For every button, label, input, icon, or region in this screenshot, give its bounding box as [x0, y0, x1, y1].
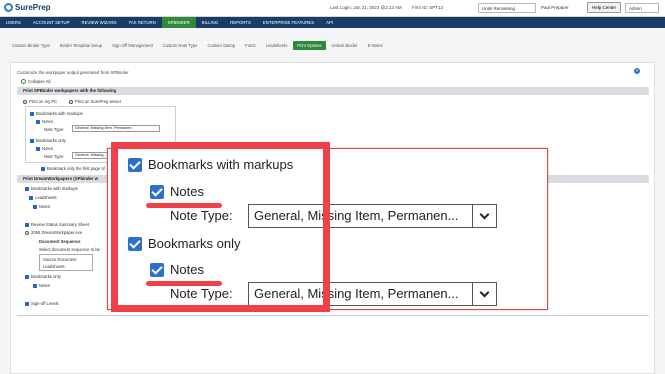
small-bookmarks-only-checkbox[interactable]: Bookmarks only: [30, 138, 66, 143]
small-notes-checkbox[interactable]: Notes: [36, 119, 53, 124]
small-label: Note Type:: [44, 154, 65, 159]
checkbox-icon: [36, 146, 40, 151]
small-label: Bookmarks with markups: [36, 111, 83, 116]
highlight-frame: [111, 142, 330, 312]
dropdown-button[interactable]: [472, 205, 496, 227]
checkbox-icon: [30, 138, 34, 143]
small-note-type-select[interactable]: General, Missing Item, Permanen: [72, 125, 160, 132]
small-label: Notes: [42, 119, 53, 124]
small-label: Bookmarks only: [36, 138, 66, 143]
small-note-type-label-2: Note Type:: [44, 154, 64, 159]
chevron-down-icon: [479, 209, 490, 219]
page: SurePrep Last Login: Jan 21, 2023 @2:12 …: [0, 0, 665, 374]
small-label: Notes: [42, 146, 53, 151]
small-note-type-label: Note Type:: [44, 127, 64, 132]
checkbox-icon: [30, 111, 34, 116]
dropdown-button[interactable]: [472, 283, 496, 305]
checkbox-icon: [36, 119, 40, 124]
small-notes-checkbox-2[interactable]: Notes: [36, 146, 53, 151]
small-bookmarks-markups-checkbox[interactable]: Bookmarks with markups: [30, 111, 83, 116]
chevron-down-icon: [479, 287, 490, 297]
small-note-type-select-2[interactable]: General, Missing: [72, 152, 112, 159]
small-label: Note Type:: [44, 127, 65, 132]
